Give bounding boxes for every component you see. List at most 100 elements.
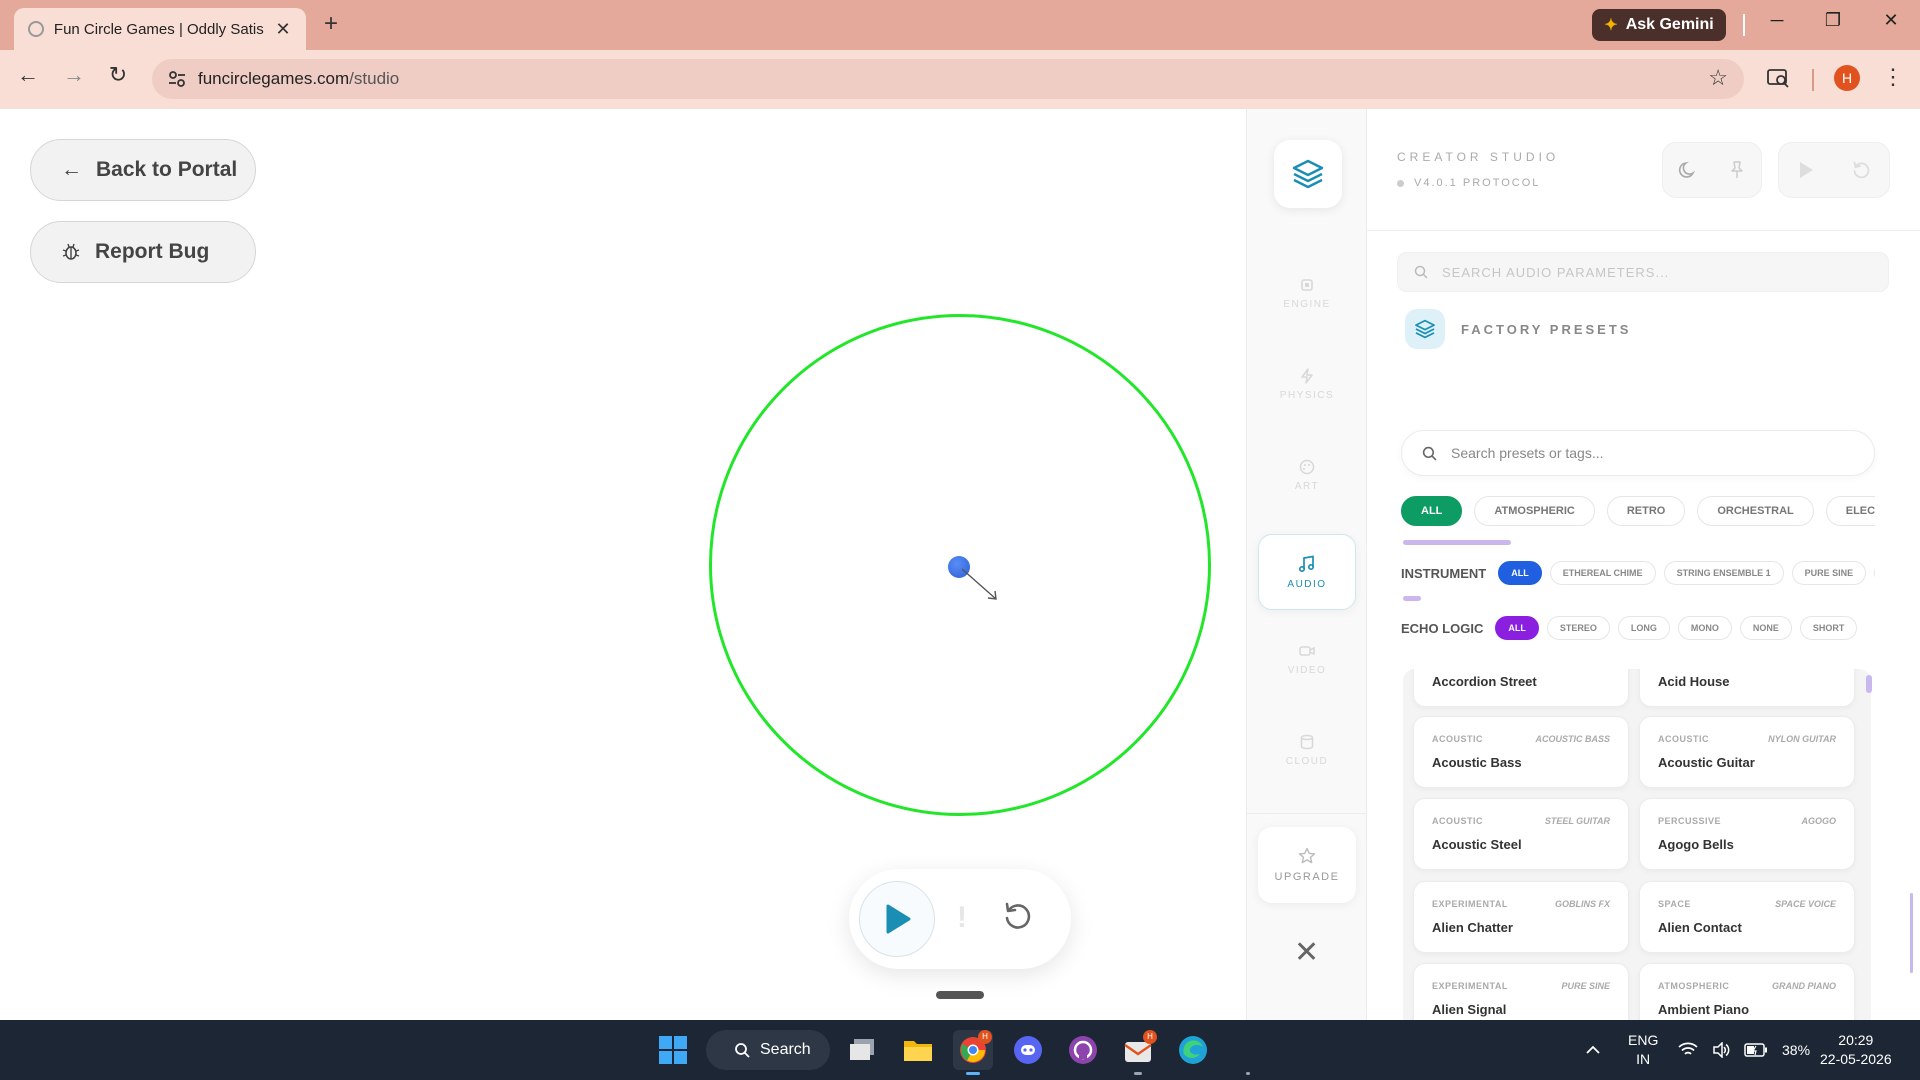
new-tab-icon[interactable]: + <box>318 10 344 38</box>
category-chip-atmospheric[interactable]: ATMOSPHERIC <box>1474 496 1595 526</box>
category-chip-electro[interactable]: ELECTRO <box>1825 496 1875 526</box>
pin-icon[interactable] <box>1728 160 1746 180</box>
rail-item-art[interactable]: ART <box>1258 437 1356 513</box>
file-explorer-icon[interactable] <box>898 1030 938 1070</box>
minimize-icon[interactable]: ─ <box>1762 10 1792 31</box>
site-settings-icon[interactable] <box>166 68 188 90</box>
instrument-chip-more[interactable]: F <box>1874 561 1875 585</box>
url-domain: funcirclegames.com <box>198 69 350 88</box>
rail-label-engine: ENGINE <box>1283 298 1331 310</box>
report-bug-button[interactable]: Report Bug <box>30 221 256 283</box>
windows-start-icon[interactable] <box>653 1030 693 1070</box>
rail-item-audio[interactable]: AUDIO <box>1258 534 1356 610</box>
preset-card[interactable]: ATMOSPHERIC GRAND PIANO Ambient Piano <box>1639 963 1855 1020</box>
browser-menu-icon[interactable]: ⋮ <box>1882 64 1904 90</box>
preset-card[interactable]: Acid House <box>1639 669 1855 707</box>
forward-arrow-icon[interactable]: → <box>58 62 90 88</box>
echo-chip-none[interactable]: NONE <box>1739 616 1792 640</box>
studio-version: V4.0.1 PROTOCOL <box>1397 177 1540 189</box>
category-chip-orchestral[interactable]: ORCHESTRAL <box>1697 496 1814 526</box>
ask-gemini-label: Ask Gemini <box>1625 16 1714 33</box>
category-chip-retro[interactable]: RETRO <box>1606 496 1686 526</box>
preview-reset-icon[interactable] <box>1851 160 1871 180</box>
bookmark-star-icon[interactable]: ☆ <box>1708 65 1728 91</box>
preset-tag: NYLON GUITAR <box>1768 734 1836 744</box>
chrome-taskbar-icon[interactable]: H <box>953 1030 993 1070</box>
close-tab-icon[interactable]: ✕ <box>274 19 292 40</box>
taskbar-search-label: Search <box>760 1041 811 1058</box>
preset-card[interactable]: SPACE SPACE VOICE Alien Contact <box>1639 881 1855 953</box>
instrument-chip-all[interactable]: ALL <box>1498 561 1542 585</box>
moon-icon[interactable] <box>1678 160 1698 180</box>
echo-chip-short[interactable]: SHORT <box>1799 616 1858 640</box>
upgrade-button[interactable]: UPGRADE <box>1258 827 1356 903</box>
tab-title: Fun Circle Games | Oddly Satisfying <box>53 20 264 38</box>
ask-gemini-button[interactable]: ✦ Ask Gemini <box>1592 9 1726 41</box>
preset-category: ACOUSTIC <box>1432 816 1483 826</box>
lang-bottom: IN <box>1636 1051 1651 1067</box>
preset-name: Agogo Bells <box>1658 837 1734 852</box>
preset-list-scrollbar[interactable] <box>1866 675 1872 693</box>
show-hidden-icons[interactable] <box>1584 1020 1602 1080</box>
rail-item-engine[interactable]: ENGINE <box>1258 255 1356 331</box>
echo-chip-long[interactable]: LONG <box>1617 616 1670 640</box>
category-chip-all[interactable]: ALL <box>1401 496 1463 526</box>
echo-chip-stereo[interactable]: STEREO <box>1546 616 1610 640</box>
task-view-icon[interactable] <box>843 1030 883 1070</box>
play-icon <box>886 904 911 934</box>
preset-card[interactable]: ACOUSTIC NYLON GUITAR Acoustic Guitar <box>1639 716 1855 788</box>
address-bar[interactable]: funcirclegames.com/studio ☆ <box>152 59 1744 99</box>
report-bug-label: Report Bug <box>95 240 210 263</box>
studio-icon-rail: ENGINE PHYSICS ART AUDIO VIDEO CLOUD UPG… <box>1246 109 1368 1020</box>
echo-chip-mono[interactable]: MONO <box>1677 616 1732 640</box>
preset-card[interactable]: ACOUSTIC STEEL GUITAR Acoustic Steel <box>1413 798 1629 870</box>
audio-parameter-search[interactable]: SEARCH AUDIO PARAMETERS... <box>1397 252 1889 292</box>
factory-presets-header: FACTORY PRESETS <box>1405 309 1631 349</box>
preset-card[interactable]: EXPERIMENTAL GOBLINS FX Alien Chatter <box>1413 881 1629 953</box>
lens-search-icon[interactable] <box>1766 66 1790 90</box>
preview-play-icon[interactable] <box>1797 160 1815 180</box>
play-button[interactable] <box>859 881 935 957</box>
rail-item-cloud[interactable]: CLOUD <box>1258 712 1356 788</box>
instrument-chip-string-ensemble[interactable]: STRING ENSEMBLE 1 <box>1663 561 1784 585</box>
back-arrow-icon[interactable]: ← <box>12 62 44 88</box>
preset-name: Acoustic Guitar <box>1658 755 1755 770</box>
restore-icon[interactable]: ❐ <box>1818 10 1848 31</box>
preset-search-input[interactable]: Search presets or tags... <box>1401 430 1875 476</box>
category-chips: ALL ATMOSPHERIC RETRO ORCHESTRAL ELECTRO <box>1401 496 1875 526</box>
studio-logo[interactable] <box>1274 140 1342 208</box>
preset-card[interactable]: Accordion Street <box>1413 669 1629 707</box>
preset-card[interactable]: EXPERIMENTAL PURE SINE Alien Signal <box>1413 963 1629 1020</box>
reset-icon[interactable] <box>1001 899 1035 933</box>
instrument-scroll-indicator[interactable] <box>1403 596 1421 601</box>
preset-tag: GRAND PIANO <box>1771 981 1836 991</box>
browser-tab[interactable]: Fun Circle Games | Oddly Satisfying ✕ <box>14 8 306 50</box>
echo-chip-all[interactable]: ALL <box>1495 616 1539 640</box>
close-window-icon[interactable]: ✕ <box>1876 10 1906 31</box>
taskbar-search[interactable]: Search <box>706 1030 830 1070</box>
category-scroll-indicator[interactable] <box>1403 540 1511 545</box>
clock[interactable]: 20:29 22-05-2026 <box>1820 1020 1902 1080</box>
preset-card[interactable]: ACOUSTIC ACOUSTIC BASS Acoustic Bass <box>1413 716 1629 788</box>
language-indicator[interactable]: ENG IN <box>1628 1020 1658 1080</box>
rail-item-video[interactable]: VIDEO <box>1258 621 1356 697</box>
page-scrollbar[interactable] <box>1910 893 1913 973</box>
close-panel-icon[interactable]: ✕ <box>1294 935 1319 970</box>
instrument-chip-pure-sine[interactable]: PURE SINE <box>1791 561 1867 585</box>
edge-icon[interactable] <box>1173 1030 1213 1070</box>
taskbar-search-icon <box>735 1043 750 1058</box>
echo-filter-row: ECHO LOGIC ALL STEREO LONG MONO NONE SHO… <box>1401 616 1875 640</box>
github-desktop-icon[interactable] <box>1063 1030 1103 1070</box>
wifi-icon <box>1678 1042 1698 1055</box>
discord-icon[interactable] <box>1008 1030 1048 1070</box>
system-status-group[interactable]: 38% <box>1678 1020 1810 1080</box>
preset-card[interactable]: PERCUSSIVE AGOGO Agogo Bells <box>1639 798 1855 870</box>
profile-avatar[interactable]: H <box>1834 65 1860 91</box>
back-to-portal-button[interactable]: ← Back to Portal <box>30 139 256 201</box>
mail-app-icon[interactable]: H <box>1118 1030 1158 1070</box>
instrument-chip-ethereal-chime[interactable]: ETHEREAL CHIME <box>1549 561 1656 585</box>
preset-name: Accordion Street <box>1432 674 1537 689</box>
reload-icon[interactable]: ↻ <box>102 62 134 88</box>
panel-drag-handle[interactable] <box>936 991 984 999</box>
rail-item-physics[interactable]: PHYSICS <box>1258 346 1356 422</box>
